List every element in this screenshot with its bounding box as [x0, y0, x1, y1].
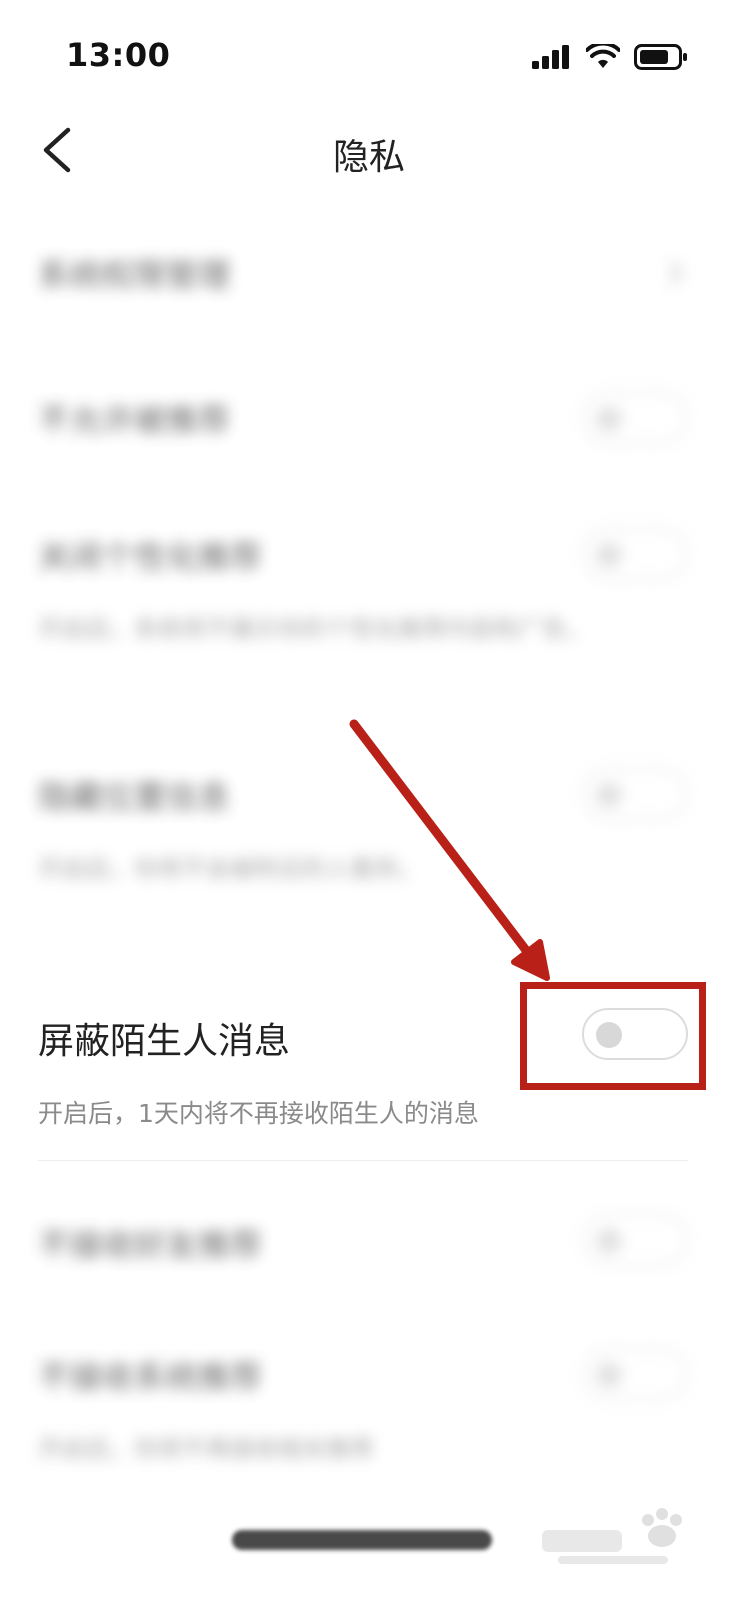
toggle-knob: [596, 782, 622, 808]
wifi-icon: [586, 44, 620, 68]
home-indicator: [232, 1530, 492, 1550]
setting-title-system-permissions: 系统权限管理: [38, 256, 231, 294]
page-title: 隐私: [332, 137, 405, 178]
annotation-highlight-box: [520, 982, 706, 1090]
divider: [38, 1160, 688, 1161]
setting-title-no-recommend: 不允许被推荐: [38, 401, 231, 439]
baidu-watermark-icon: [542, 1508, 682, 1564]
toggle-location[interactable]: [582, 768, 688, 820]
toggle-friend-recommend[interactable]: [582, 1214, 688, 1266]
setting-title-personalized: 关闭个性化推荐: [38, 538, 263, 576]
status-time: 13:00: [66, 36, 171, 74]
toggle-no-recommend[interactable]: [582, 392, 688, 444]
setting-desc-block-strangers: 开启后，1天内将不再接收陌生人的消息: [38, 1099, 479, 1128]
nav-bar: 隐私: [0, 110, 738, 190]
setting-desc-personalized: 开启后，系统将不展示你的个性化推荐内容和广告，: [38, 615, 590, 643]
setting-title-system-recommend: 不接收系统推荐: [38, 1358, 263, 1396]
status-icons: [532, 44, 688, 70]
toggle-personalized[interactable]: [582, 528, 688, 580]
setting-title-friend-recommend: 不接收好友推荐: [38, 1226, 263, 1264]
setting-desc-location: 开启后，你将不会被附近的人看到，: [38, 855, 422, 883]
setting-desc-system-recommend: 开启后，你将不再接收相关推荐: [38, 1435, 374, 1463]
toggle-knob: [596, 542, 622, 568]
toggle-knob: [596, 406, 622, 432]
battery-icon: [634, 44, 687, 70]
setting-title-block-strangers: 屏蔽陌生人消息: [38, 1021, 291, 1062]
toggle-knob: [596, 1362, 622, 1388]
toggle-knob: [596, 1228, 622, 1254]
cellular-signal-icon: [532, 45, 569, 69]
chevron-right-icon[interactable]: [666, 258, 686, 288]
status-bar: 13:00: [0, 0, 738, 110]
toggle-system-recommend[interactable]: [582, 1348, 688, 1400]
setting-title-location: 隐藏位置信息: [38, 778, 231, 816]
